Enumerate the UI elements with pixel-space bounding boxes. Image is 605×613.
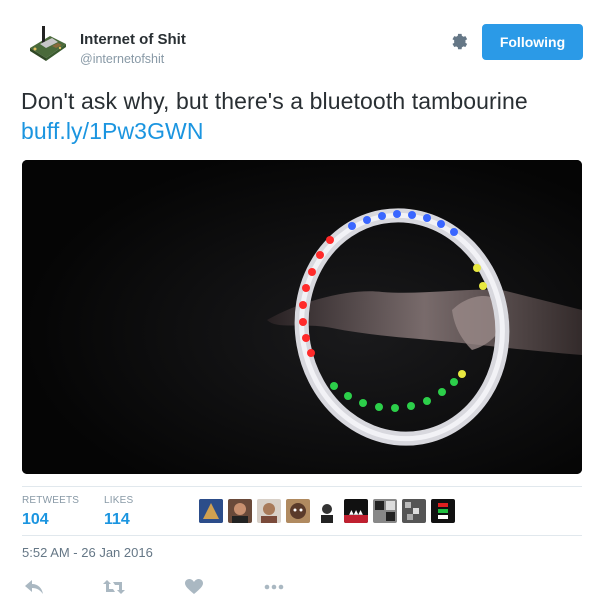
following-button[interactable]: Following — [482, 24, 583, 60]
liker-avatar[interactable] — [286, 499, 310, 523]
tweet-stats: RETWEETS 104 LIKES 114 ▲▲▲ — [22, 486, 582, 536]
tweet-text: Don't ask why, but there's a bluetooth t… — [21, 86, 581, 146]
likes-label: LIKES — [104, 495, 134, 506]
liker-avatar[interactable] — [431, 499, 455, 523]
tambourine-photo — [22, 160, 582, 474]
retweet-icon[interactable] — [102, 576, 126, 598]
tweet-link[interactable]: buff.ly/1Pw3GWN — [21, 118, 204, 144]
likes-stat[interactable]: LIKES 114 — [104, 495, 133, 529]
heart-icon[interactable] — [182, 576, 206, 598]
gear-icon[interactable] — [448, 30, 472, 54]
liker-avatar[interactable] — [257, 499, 281, 523]
tweet-timestamp[interactable]: 5:52 AM - 26 Jan 2016 — [22, 545, 153, 560]
tweet-body: Don't ask why, but there's a bluetooth t… — [21, 88, 528, 114]
retweets-count: 104 — [22, 511, 49, 528]
liker-avatar[interactable] — [402, 499, 426, 523]
account-handle[interactable]: @internetofshit — [80, 52, 164, 66]
likes-count: 114 — [104, 511, 130, 528]
account-avatar[interactable] — [22, 18, 70, 66]
account-name[interactable]: Internet of Shit — [80, 31, 186, 48]
svg-text:▲▲▲: ▲▲▲ — [349, 509, 363, 516]
liker-avatar[interactable] — [199, 499, 223, 523]
liker-avatar[interactable] — [373, 499, 397, 523]
retweets-stat[interactable]: RETWEETS 104 — [22, 495, 79, 529]
tweet-media[interactable] — [22, 160, 582, 474]
liker-avatar[interactable] — [315, 499, 339, 523]
circuit-board-icon — [22, 18, 70, 66]
liker-avatar[interactable]: ▲▲▲ — [344, 499, 368, 523]
reply-icon[interactable] — [22, 576, 46, 598]
liker-avatar[interactable] — [228, 499, 252, 523]
more-icon[interactable] — [262, 576, 286, 598]
retweets-label: RETWEETS — [22, 495, 80, 506]
